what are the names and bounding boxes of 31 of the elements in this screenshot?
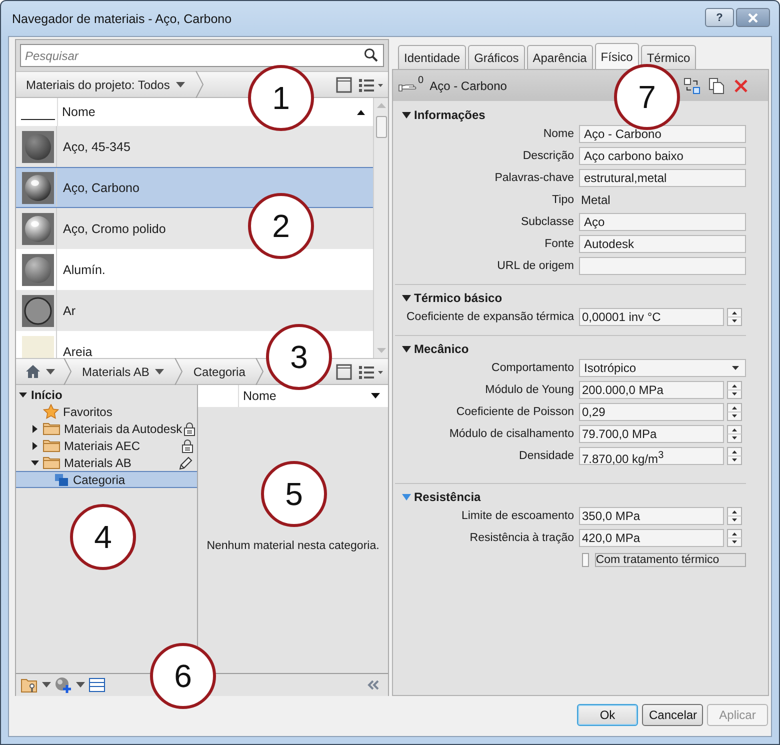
field-label: Módulo de cisalhamento [448,428,574,440]
material-name: Alumín. [62,262,106,276]
field-label: Resistência à tração [468,532,574,544]
field-label: Palavras-chave [494,172,574,184]
material-name: Aço, Cromo polido [62,222,166,236]
asset-name: Aço - Carbono [430,78,507,92]
section-title: Informações [414,108,486,122]
field-label: Tipo [551,194,574,206]
material-name: Ar [62,304,76,318]
field-label: Densidade [518,450,574,462]
section-title: Resistência [414,490,481,504]
usage-count: 0 [418,75,424,86]
field-label: Comportamento [490,362,574,374]
section-title: Térmico básico [414,291,502,305]
field-label: Subclasse [520,216,574,228]
field-label: Módulo de Young [484,384,574,396]
material-name: Aço, 45-345 [62,140,130,154]
field-label: URL de origem [496,260,574,272]
field-label: Coeficiente de Poisson [455,406,574,418]
field-label: Coeficiente de expansão térmica [406,311,574,323]
field-label: Fonte [544,238,574,250]
field-value: Metal [580,192,612,209]
material-name: Areia [62,344,92,358]
field-label: Descrição [522,150,574,162]
field-label: Nome [542,128,574,140]
material-name: Aço, Carbono [62,180,140,194]
field-label: Limite de escoamento [460,510,574,522]
section-title: Mecânico [414,342,469,356]
empty-message: Nenhum material nesta categoria. [206,540,380,552]
window-title: Navegador de materiais - Aço, Carbono [12,12,232,26]
checkbox-label: Com tratamento térmico [594,553,746,567]
